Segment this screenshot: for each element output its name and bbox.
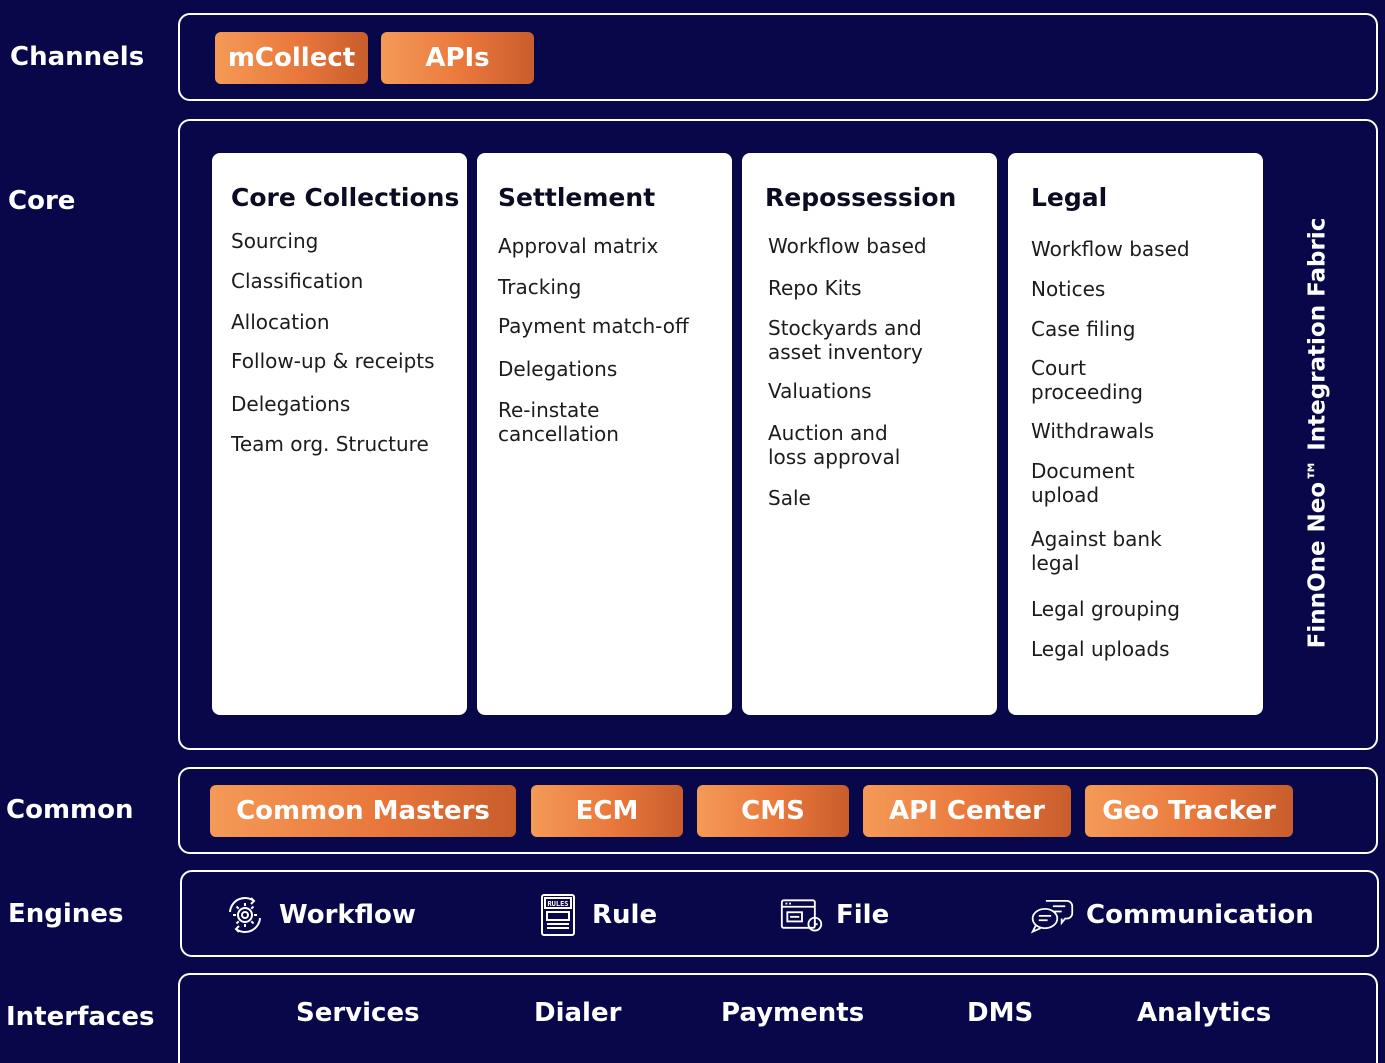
card-item: Case filing [1031,317,1136,341]
card-repossession: Repossession Workflow based Repo Kits St… [742,153,997,715]
card-item: Valuations [768,379,872,403]
card-item: Repo Kits [768,276,862,300]
card-core-collections: Core Collections Sourcing Classification… [212,153,467,715]
card-item: Workflow based [1031,237,1190,261]
engine-label: Communication [1086,900,1314,930]
card-item: Tracking [498,275,582,299]
card-item: Delegations [498,357,618,381]
row-label-channels: Channels [10,42,145,72]
card-item: Allocation [231,310,330,334]
card-item: Legal grouping [1031,597,1180,621]
card-item: Classification [231,269,364,293]
file-window-icon [780,893,824,937]
engine-rule[interactable]: RULES Rule [536,893,657,937]
card-item: Auction and loss approval [768,421,901,469]
row-label-common: Common [6,795,134,825]
engine-workflow[interactable]: Workflow [223,893,416,937]
card-item: Re-instate cancellation [498,398,619,446]
cms-button[interactable]: CMS [697,785,849,837]
channel-mcollect-button[interactable]: mCollect [215,32,368,84]
card-item: Notices [1031,277,1106,301]
card-item: Team org. Structure [231,432,429,456]
card-item: Sale [768,486,811,510]
interface-dms[interactable]: DMS [967,998,1033,1028]
card-item: Follow-up & receipts [231,349,435,373]
engine-communication[interactable]: Communication [1030,893,1314,937]
card-title: Repossession [765,183,957,212]
card-item: Stockyards and asset inventory [768,316,923,364]
card-item: Payment match-off [498,314,689,338]
row-label-interfaces: Interfaces [6,1002,155,1032]
gear-cycle-icon [223,893,267,937]
card-item: Sourcing [231,229,319,253]
card-item: Legal uploads [1031,637,1170,661]
common-masters-button[interactable]: Common Masters [210,785,516,837]
card-item: Approval matrix [498,234,659,258]
card-item: Workflow based [768,234,927,258]
card-title: Legal [1031,183,1108,212]
integration-fabric-text: FinnOne Neo™ Integration Fabric [1304,217,1330,649]
engine-label: Workflow [279,900,416,930]
card-title: Core Collections [231,183,460,212]
rules-icon-text: RULES [547,900,568,908]
card-title: Settlement [498,183,656,212]
rules-book-icon: RULES [536,893,580,937]
interface-dialer[interactable]: Dialer [534,998,621,1028]
row-label-engines: Engines [8,899,124,929]
ecm-button[interactable]: ECM [531,785,683,837]
api-center-button[interactable]: API Center [863,785,1071,837]
channel-apis-button[interactable]: APIs [381,32,534,84]
engine-file[interactable]: File [780,893,889,937]
geo-tracker-button[interactable]: Geo Tracker [1085,785,1293,837]
card-item: Withdrawals [1031,419,1155,443]
interface-payments[interactable]: Payments [721,998,864,1028]
interface-analytics[interactable]: Analytics [1137,998,1271,1028]
interface-services[interactable]: Services [296,998,420,1028]
card-item: Delegations [231,392,351,416]
card-item: Against bank legal [1031,527,1162,575]
chat-bubbles-icon [1030,893,1074,937]
row-label-core: Core [8,186,76,216]
card-settlement: Settlement Approval matrix Tracking Paym… [477,153,732,715]
engine-label: File [836,900,890,930]
engine-label: Rule [592,900,658,930]
card-item: Court proceeding [1031,356,1143,404]
card-item: Document upload [1031,459,1135,507]
integration-fabric-label: FinnOne Neo™ Integration Fabric [1300,198,1334,668]
card-legal: Legal Workflow based Notices Case filing… [1008,153,1263,715]
